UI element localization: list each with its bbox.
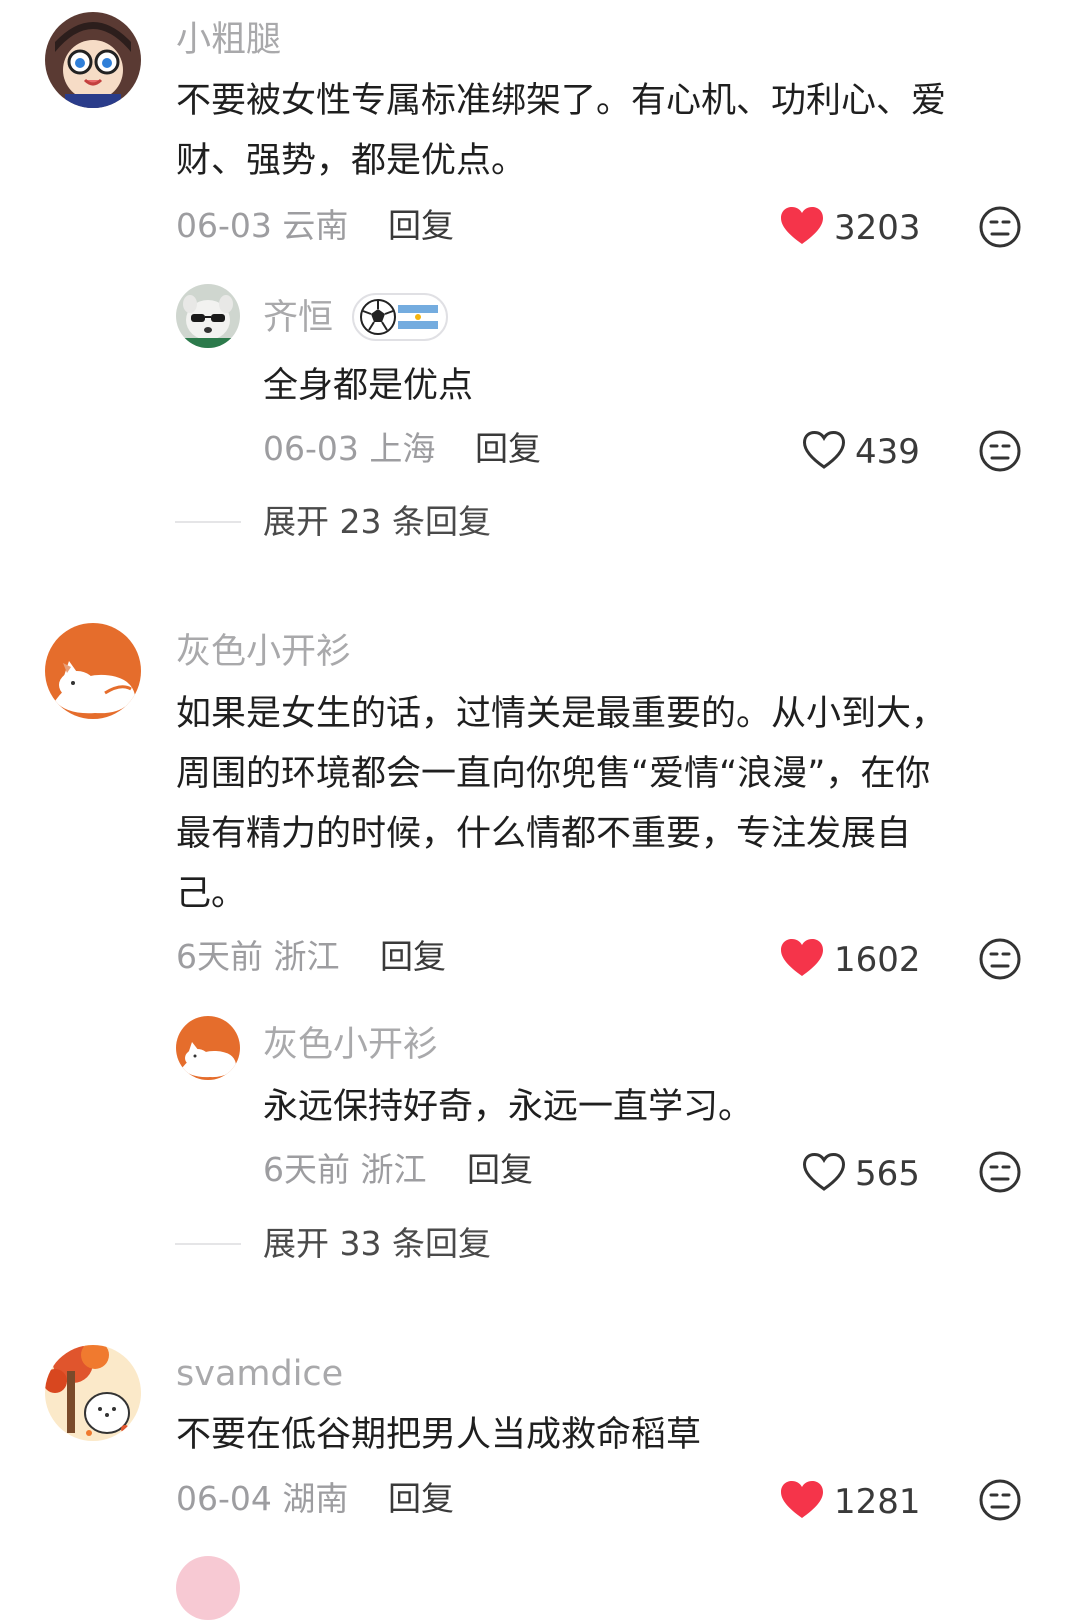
heart-outline-icon[interactable] — [802, 430, 846, 470]
comment-text: 如果是女生的话，过情关是最重要的。从小到大， 周围的环境都会一直向你兜售“爱情“… — [176, 684, 1036, 924]
divider — [175, 521, 241, 523]
username[interactable]: 齐恒 — [263, 298, 333, 338]
avatar[interactable] — [176, 1016, 240, 1080]
reply-button[interactable]: 回复 — [380, 937, 446, 977]
comment-line: 最有精力的时候，什么情都不重要，专注发展自 — [176, 814, 912, 854]
comment-line: 不要被女性专属标准绑架了。有心机、功利心、爱 — [176, 81, 947, 121]
reply-text: 永远保持好奇，永远一直学习。 — [263, 1087, 754, 1127]
meh-face-icon[interactable] — [978, 1478, 1022, 1522]
reply-button[interactable]: 回复 — [388, 1479, 454, 1519]
meh-face-icon[interactable] — [978, 429, 1022, 473]
avatar[interactable] — [176, 1556, 240, 1620]
fan-badge — [352, 293, 448, 341]
like-count: 1602 — [834, 940, 921, 980]
comment-text: 不要在低谷期把男人当成救命稻草 — [176, 1405, 1036, 1465]
like-count: 439 — [855, 432, 920, 472]
comment-meta: 06-03 云南 — [176, 206, 349, 245]
meh-face-icon[interactable] — [978, 1150, 1022, 1194]
reply-button[interactable]: 回复 — [467, 1150, 533, 1190]
comment-meta: 6天前 浙江 — [176, 937, 340, 976]
like-count: 565 — [855, 1154, 920, 1194]
expand-replies-button[interactable]: 展开 33 条回复 — [263, 1224, 491, 1264]
comment-line: 不要在低谷期把男人当成救命稻草 — [176, 1415, 702, 1455]
reply-meta: 06-03 上海 — [263, 429, 436, 468]
reply-button[interactable]: 回复 — [388, 206, 454, 246]
heart-icon[interactable] — [780, 938, 824, 978]
comment-line: 己。 — [176, 874, 247, 914]
comment-meta: 06-04 湖南 — [176, 1479, 349, 1518]
meh-face-icon[interactable] — [978, 937, 1022, 981]
username[interactable]: svamdice — [176, 1354, 343, 1394]
username[interactable]: 灰色小开衫 — [176, 632, 351, 672]
heart-outline-icon[interactable] — [802, 1152, 846, 1192]
expand-replies-button[interactable]: 展开 23 条回复 — [263, 502, 491, 542]
comment-text: 不要被女性专属标准绑架了。有心机、功利心、爱 财、强势，都是优点。 — [176, 71, 1036, 191]
reply-text: 全身都是优点 — [263, 366, 474, 406]
avatar[interactable] — [176, 284, 240, 348]
avatar[interactable] — [45, 12, 141, 108]
divider — [175, 1243, 241, 1245]
comment-line: 财、强势，都是优点。 — [176, 141, 527, 181]
username[interactable]: 灰色小开衫 — [263, 1025, 438, 1065]
like-count: 1281 — [834, 1482, 921, 1522]
avatar[interactable] — [45, 1345, 141, 1441]
heart-icon[interactable] — [780, 206, 824, 246]
heart-icon[interactable] — [780, 1480, 824, 1520]
like-count: 3203 — [834, 208, 921, 248]
comment-line: 周围的环境都会一直向你兜售“爱情“浪漫”，在你 — [176, 754, 931, 794]
reply-button[interactable]: 回复 — [475, 429, 541, 469]
reply-meta: 6天前 浙江 — [263, 1150, 427, 1189]
avatar[interactable] — [45, 623, 141, 719]
meh-face-icon[interactable] — [978, 205, 1022, 249]
username[interactable]: 小粗腿 — [176, 20, 281, 60]
comment-line: 如果是女生的话，过情关是最重要的。从小到大， — [176, 694, 947, 734]
